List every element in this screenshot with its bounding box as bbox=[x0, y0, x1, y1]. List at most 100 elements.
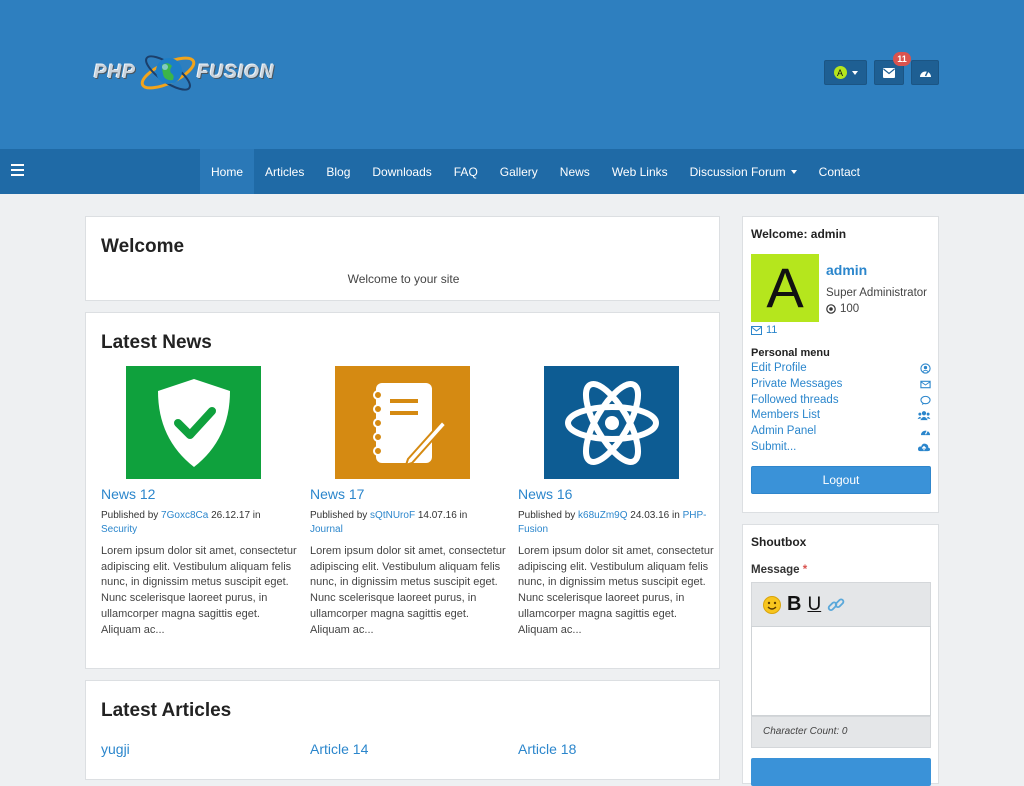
admin-dashboard-button[interactable] bbox=[911, 60, 939, 85]
article-title-link[interactable]: Article 14 bbox=[310, 741, 368, 757]
site-header: PHP FUSION A 11 bbox=[0, 0, 1024, 149]
news-date: 14.07.16 bbox=[417, 510, 457, 521]
dashboard-icon bbox=[920, 430, 931, 436]
smiley-icon[interactable] bbox=[763, 595, 781, 614]
notebook-pencil-icon bbox=[372, 382, 447, 467]
message-label: Message * bbox=[751, 564, 807, 576]
user-messages-count: 11 bbox=[766, 324, 778, 336]
news-author-link[interactable]: 7Goxc8Ca bbox=[161, 510, 208, 521]
required-mark: * bbox=[802, 564, 808, 576]
article-title-link[interactable]: Article 18 bbox=[518, 741, 576, 757]
latest-articles-panel: Latest Articles yugji Article 14 Article… bbox=[85, 680, 720, 780]
messages-count-badge: 11 bbox=[893, 52, 911, 66]
menu-members-list-label: Members List bbox=[751, 409, 821, 421]
menu-edit-profile[interactable]: Edit Profile bbox=[751, 362, 931, 378]
user-role: Super Administrator bbox=[826, 287, 927, 299]
main-navigation: Home Articles Blog Downloads FAQ Gallery… bbox=[0, 149, 1024, 194]
article-title-link[interactable]: yugji bbox=[101, 741, 130, 757]
in-label: in bbox=[672, 510, 680, 521]
news-date: 26.12.17 bbox=[211, 510, 251, 521]
user-points-value: 100 bbox=[840, 303, 860, 315]
points-icon bbox=[826, 304, 836, 314]
menu-followed-threads[interactable]: Followed threads bbox=[751, 394, 931, 410]
published-by-label: Published by bbox=[310, 510, 368, 521]
menu-private-messages-label: Private Messages bbox=[751, 378, 843, 390]
envelope-icon bbox=[751, 325, 762, 335]
nav-item-gallery[interactable]: Gallery bbox=[489, 149, 549, 194]
nav-item-discussion-forum-label: Discussion Forum bbox=[689, 164, 786, 179]
avatar[interactable]: A bbox=[751, 254, 819, 322]
nav-item-blog[interactable]: Blog bbox=[315, 149, 361, 194]
menu-private-messages[interactable]: Private Messages bbox=[751, 378, 931, 394]
chevron-down-icon bbox=[790, 169, 797, 174]
nav-item-contact[interactable]: Contact bbox=[808, 149, 871, 194]
personal-menu-title: Personal menu bbox=[751, 347, 830, 359]
user-panel-title: Welcome: admin bbox=[751, 227, 847, 241]
cloud-upload-icon bbox=[917, 443, 931, 452]
globe-icon bbox=[140, 55, 196, 91]
user-messages-link[interactable]: 11 bbox=[751, 324, 777, 336]
link-icon[interactable] bbox=[827, 596, 845, 614]
news-excerpt: Lorem ipsum dolor sit amet, consectetur … bbox=[101, 545, 297, 636]
envelope-icon bbox=[920, 380, 931, 389]
nav-item-discussion-forum[interactable]: Discussion Forum bbox=[679, 149, 808, 194]
character-count: Character Count: 0 bbox=[751, 716, 931, 748]
latest-news-title: Latest News bbox=[101, 332, 212, 353]
menu-edit-profile-label: Edit Profile bbox=[751, 362, 807, 374]
news-image[interactable] bbox=[335, 366, 470, 479]
shoutbox-title: Shoutbox bbox=[751, 535, 807, 549]
published-by-label: Published by bbox=[101, 510, 159, 521]
logo-fusion: FUSION bbox=[197, 62, 275, 83]
latest-articles-title: Latest Articles bbox=[101, 700, 232, 721]
nav-item-home[interactable]: Home bbox=[200, 149, 255, 194]
atom-icon bbox=[564, 380, 659, 465]
news-category-link[interactable]: Security bbox=[101, 524, 137, 535]
news-image[interactable] bbox=[126, 366, 261, 479]
message-textarea[interactable] bbox=[751, 626, 931, 716]
news-title-link[interactable]: News 16 bbox=[518, 486, 572, 502]
dashboard-icon bbox=[919, 70, 931, 77]
news-image[interactable] bbox=[544, 366, 679, 479]
nav-item-downloads[interactable]: Downloads bbox=[361, 149, 442, 194]
chevron-down-icon bbox=[851, 70, 858, 75]
in-label: in bbox=[459, 510, 468, 521]
news-excerpt: Lorem ipsum dolor sit amet, consectetur … bbox=[310, 545, 506, 636]
menu-admin-panel[interactable]: Admin Panel bbox=[751, 425, 931, 441]
site-logo[interactable]: PHP FUSION bbox=[94, 40, 299, 104]
news-author-link[interactable]: k68uZm9Q bbox=[578, 510, 627, 521]
shoutbox-panel: Shoutbox Message * B U Character Count: … bbox=[742, 524, 939, 786]
news-author-link[interactable]: sQtNUroF bbox=[370, 510, 415, 521]
nav-item-faq[interactable]: FAQ bbox=[443, 149, 489, 194]
user-initial-avatar: A bbox=[833, 66, 847, 79]
user-circle-icon bbox=[920, 363, 931, 374]
user-dropdown-button[interactable]: A bbox=[824, 60, 867, 85]
hamburger-menu-icon[interactable] bbox=[11, 164, 24, 177]
nav-item-news[interactable]: News bbox=[549, 149, 601, 194]
menu-submit[interactable]: Submit... bbox=[751, 441, 931, 457]
welcome-text: Welcome to your site bbox=[347, 272, 460, 286]
bold-icon[interactable]: B bbox=[787, 593, 801, 616]
news-excerpt: Lorem ipsum dolor sit amet, consectetur … bbox=[518, 545, 714, 636]
nav-item-web-links[interactable]: Web Links bbox=[601, 149, 679, 194]
users-icon bbox=[917, 411, 931, 421]
username-link[interactable]: admin bbox=[826, 262, 867, 278]
menu-members-list[interactable]: Members List bbox=[751, 409, 931, 425]
shout-button[interactable] bbox=[751, 758, 931, 786]
user-points: 100 bbox=[826, 303, 859, 315]
comment-icon bbox=[920, 395, 931, 406]
news-meta: Published by 7Goxc8Ca 26.12.17 in Securi… bbox=[101, 509, 291, 537]
in-label: in bbox=[252, 510, 261, 521]
news-category-link[interactable]: Journal bbox=[310, 524, 343, 535]
news-title-link[interactable]: News 12 bbox=[101, 486, 155, 502]
underline-icon[interactable]: U bbox=[807, 594, 821, 616]
envelope-icon bbox=[883, 67, 895, 78]
user-info-panel: Welcome: admin A admin Super Administrat… bbox=[742, 216, 939, 513]
shield-check-icon bbox=[157, 378, 230, 467]
logout-button[interactable]: Logout bbox=[751, 466, 931, 494]
welcome-panel: Welcome Welcome to your site bbox=[85, 216, 720, 301]
nav-item-articles[interactable]: Articles bbox=[254, 149, 315, 194]
menu-followed-threads-label: Followed threads bbox=[751, 394, 839, 406]
menu-submit-label: Submit... bbox=[751, 441, 797, 453]
news-title-link[interactable]: News 17 bbox=[310, 486, 364, 502]
published-by-label: Published by bbox=[518, 510, 576, 521]
